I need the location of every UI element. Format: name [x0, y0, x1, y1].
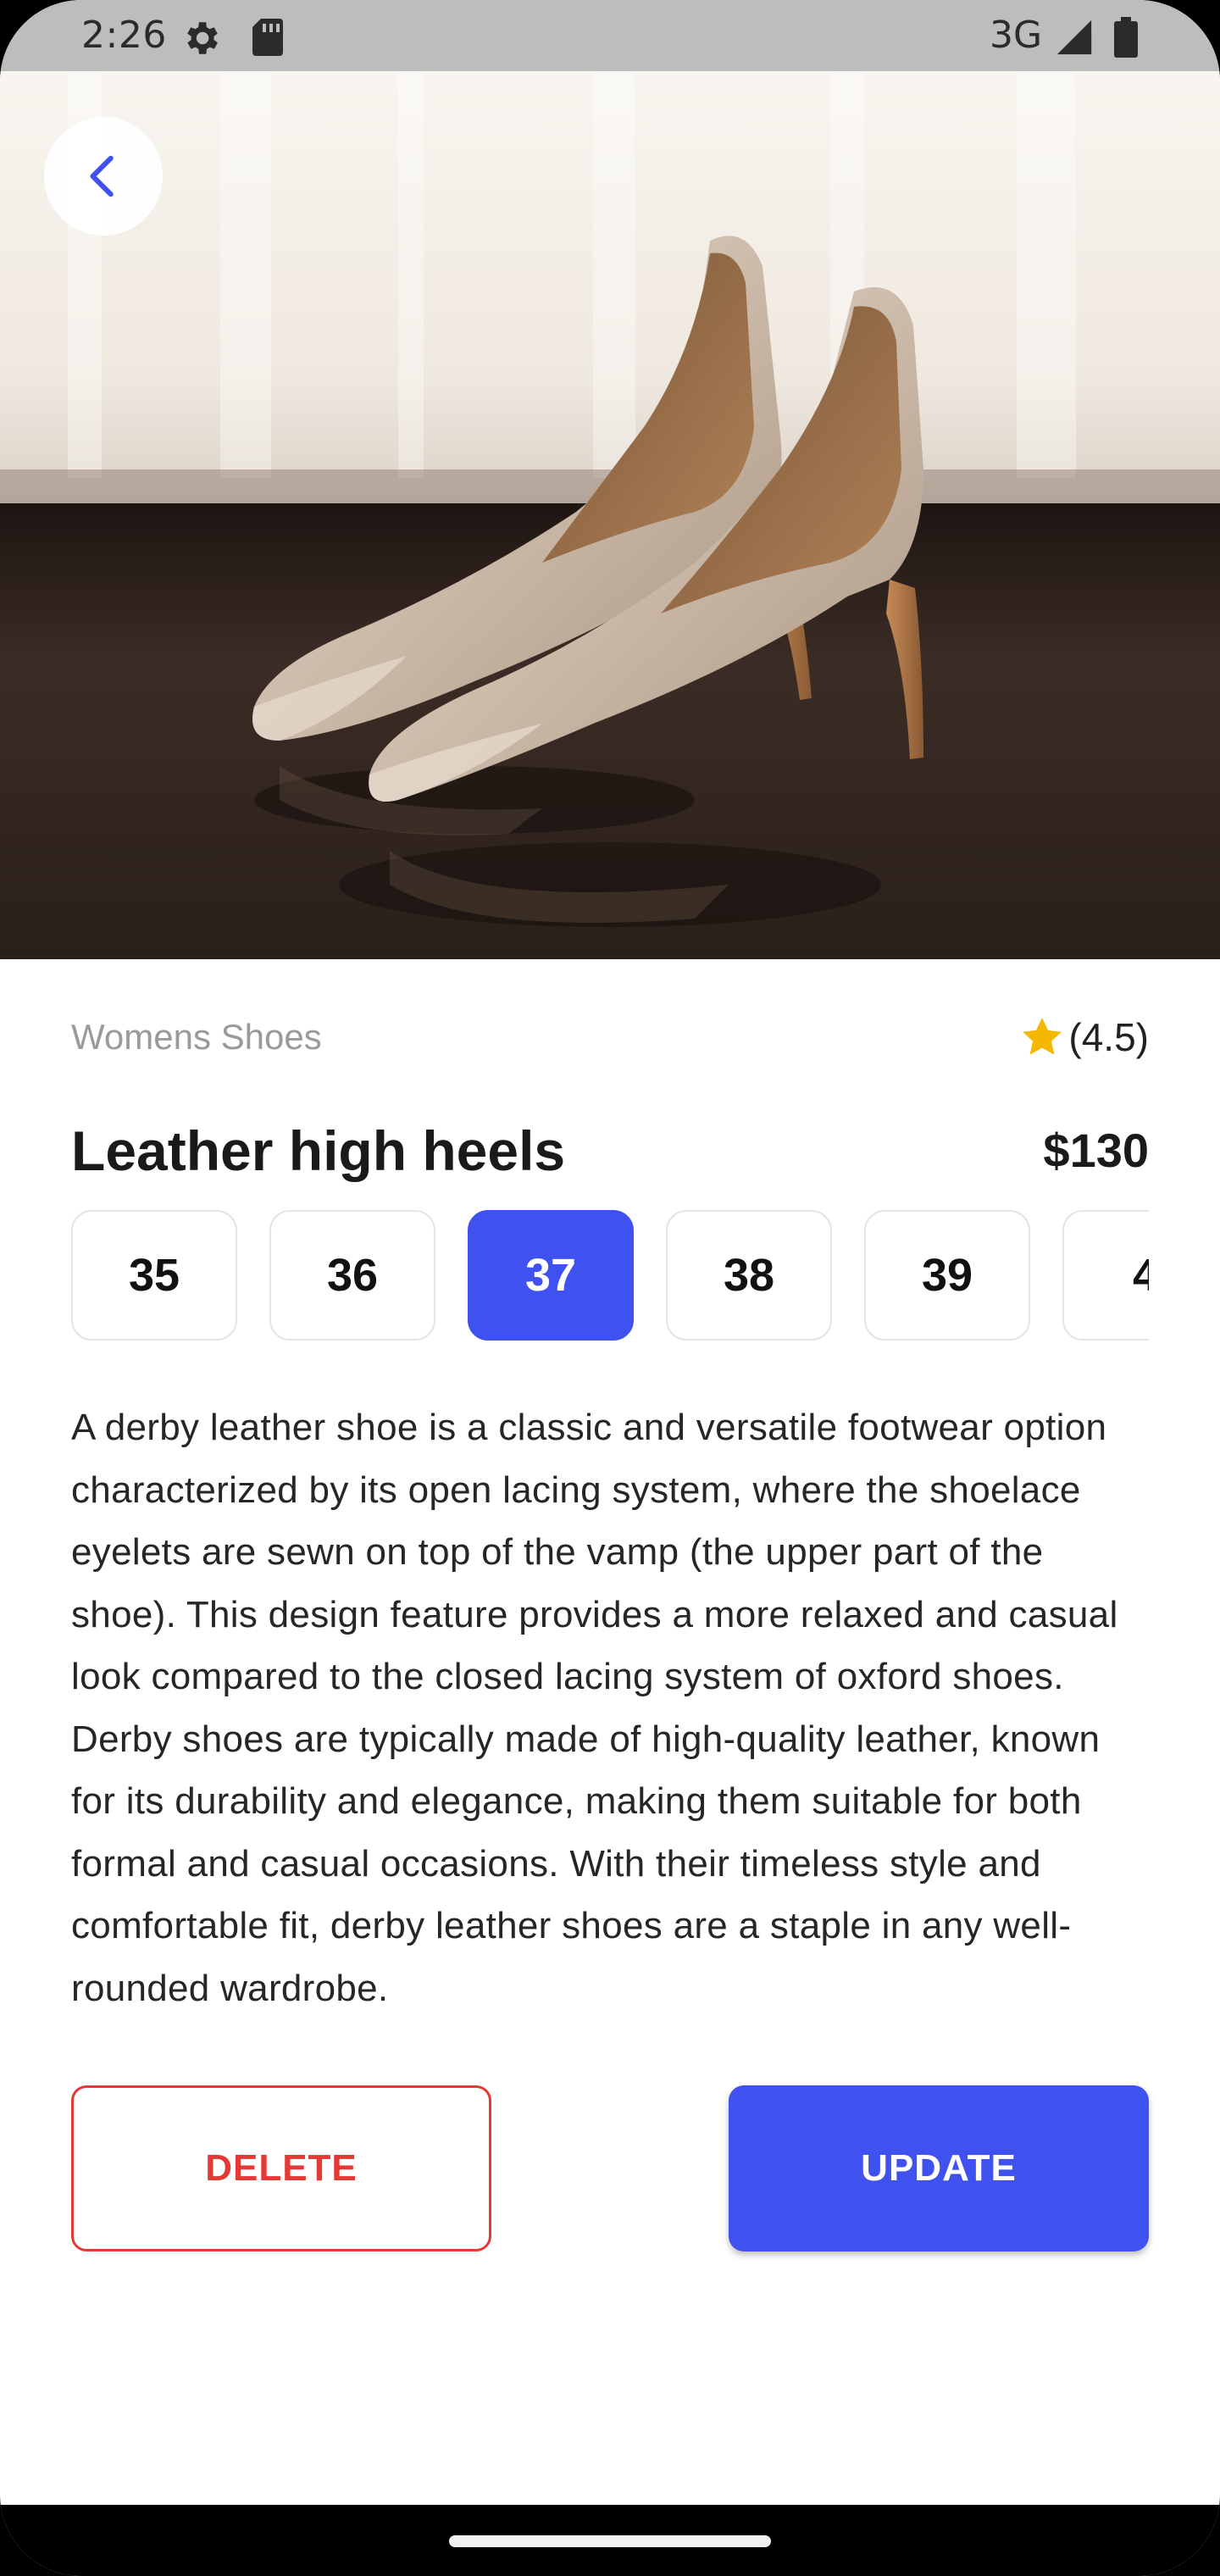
- home-indicator[interactable]: [449, 2535, 771, 2547]
- delete-button[interactable]: DELETE: [71, 2085, 491, 2251]
- settings-gear-icon: [187, 22, 218, 54]
- action-buttons: DELETE UPDATE: [71, 2085, 1149, 2255]
- product-rating: (4.5): [1019, 1013, 1149, 1061]
- product-category: Womens Shoes: [71, 1017, 322, 1057]
- product-details: Womens Shoes (4.5) Leather high heels $1…: [71, 959, 1149, 2255]
- product-title: Leather high heels: [71, 1119, 566, 1182]
- app-screen: 2:26 3G Womens Shoes (4.5) Leather high …: [0, 0, 1220, 2576]
- category-rating-row: Womens Shoes (4.5): [71, 959, 1149, 1117]
- back-button[interactable]: [44, 117, 163, 236]
- cell-signal-icon: [1056, 19, 1092, 55]
- network-type: 3G: [990, 14, 1043, 57]
- high-heels-illustration: [0, 71, 1220, 959]
- size-selector: 35 36 37 38 39 4: [71, 1210, 1149, 1346]
- star-icon: [1023, 1018, 1062, 1055]
- size-option-39[interactable]: 39: [864, 1210, 1030, 1341]
- chevron-left-icon: [90, 155, 114, 197]
- size-option-38[interactable]: 38: [666, 1210, 832, 1341]
- status-time: 2:26: [81, 14, 167, 57]
- size-option-37-selected[interactable]: 37: [468, 1210, 634, 1341]
- title-price-row: Leather high heels $130: [71, 1117, 1149, 1210]
- rating-value: (4.5): [1068, 1015, 1149, 1059]
- sd-card-icon: [252, 19, 283, 56]
- navigation-bar: [0, 2505, 1220, 2576]
- product-image: [0, 71, 1220, 959]
- status-bar: 2:26 3G: [0, 0, 1220, 71]
- update-button[interactable]: UPDATE: [729, 2085, 1149, 2251]
- size-option-35[interactable]: 35: [71, 1210, 237, 1341]
- product-price: $130: [1043, 1124, 1149, 1177]
- battery-icon: [1114, 17, 1138, 58]
- product-description: A derby leather shoe is a classic and ve…: [71, 1407, 1118, 2009]
- size-option-partial[interactable]: 4: [1062, 1210, 1149, 1341]
- size-option-36[interactable]: 36: [269, 1210, 435, 1341]
